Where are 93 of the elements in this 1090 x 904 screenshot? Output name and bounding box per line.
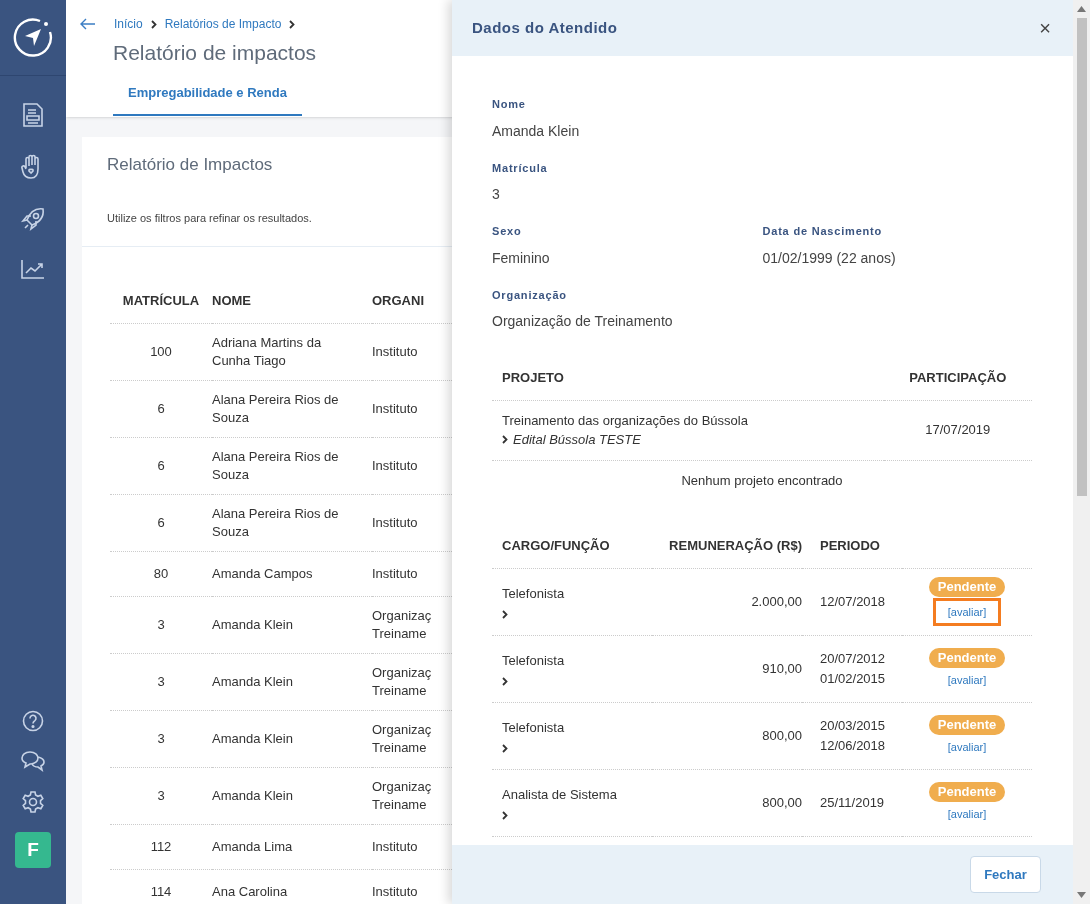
tab[interactable]: Empregabilidade e Renda [113, 82, 302, 116]
table-cell: 100 [110, 323, 212, 380]
table-cell: Amanda Klein [212, 596, 372, 653]
document-icon[interactable] [22, 102, 44, 128]
filter-hint: Utilize os filtros para refinar os resultados. [107, 210, 312, 226]
table-cell: 800,00 [652, 702, 802, 769]
period-date: 20/07/2012 [820, 650, 887, 668]
field-label: Nome [492, 97, 527, 112]
card-title: Relatório de Impactos [107, 154, 273, 176]
status-badge: Pendente [928, 715, 1006, 736]
evaluate-link[interactable]: [avaliar] [932, 672, 1002, 689]
field-value: Organização de Treinamento [492, 312, 674, 331]
field-value: Feminino [492, 248, 551, 268]
table-cell: 3 [110, 596, 212, 653]
period-date: 01/02/2015 [820, 669, 887, 688]
column-header: REMUNERAÇÃO (R$) [652, 510, 802, 568]
field-label: Data de Nascimento [762, 224, 884, 239]
field-label: Organização [492, 287, 568, 303]
table-cell: 2.000,00 [652, 568, 802, 635]
table-cell: Alana Pereira Rios de Souza [212, 380, 372, 437]
field-value: Amanda Klein [492, 121, 581, 141]
table-cell: Amanda Lima [212, 824, 372, 869]
chevron-icon [502, 743, 508, 753]
job-title: Telefonista [502, 585, 566, 604]
rocket-icon[interactable] [20, 206, 46, 232]
close-button[interactable]: × [1037, 18, 1053, 38]
table-cell: 80 [110, 551, 212, 596]
chevron-icon [502, 676, 508, 686]
table-cell: 3 [110, 767, 212, 824]
user-avatar[interactable]: F [15, 832, 51, 868]
field-label: Sexo [492, 224, 523, 239]
scroll-up-icon[interactable] [1077, 6, 1086, 12]
job-title: Analista de Sistema [502, 786, 618, 805]
table-cell: 6 [110, 437, 212, 494]
period-date: 12/07/2018 [820, 592, 887, 611]
chat-icon[interactable] [20, 750, 46, 772]
chevron-icon [150, 19, 157, 29]
evaluate-link[interactable]: [avaliar] [932, 597, 1002, 627]
breadcrumb-link[interactable]: Relatórios de Impacto [164, 15, 282, 33]
empty-message: Nenhum projeto encontrado [492, 460, 1032, 500]
column-header: CARGO/FUNÇÃO [492, 510, 652, 568]
table-cell: Amanda Klein [212, 710, 372, 767]
table-cell: 114 [110, 869, 212, 904]
table-cell: Amanda Klein [212, 653, 372, 710]
help-icon[interactable] [22, 710, 44, 732]
evaluate-link[interactable]: [avaliar] [932, 806, 1002, 823]
close-button[interactable]: Fechar [970, 856, 1041, 893]
breadcrumb-link[interactable]: Início [114, 15, 143, 33]
table-cell: 910,00 [652, 635, 802, 702]
modal-title: Dados do Atendido [472, 17, 618, 38]
settings-icon[interactable] [21, 790, 45, 814]
field-value: 01/02/1999 (22 anos) [762, 248, 897, 268]
scrollbar-thumb[interactable] [1076, 18, 1087, 496]
scroll-down-icon[interactable] [1077, 892, 1086, 898]
status-badge: Pendente [928, 782, 1006, 803]
table-cell: Amanda Klein [212, 767, 372, 824]
column-header: PROJETO [492, 356, 884, 400]
table-cell: 17/07/2019 [883, 400, 1032, 460]
column-header: PERIODO [802, 510, 902, 568]
table-cell: Ana Carolina [212, 869, 372, 904]
table-cell: 3 [110, 653, 212, 710]
period-date: 20/03/2015 [820, 717, 887, 735]
chevron-icon [289, 19, 296, 29]
trend-chart-icon[interactable] [20, 258, 46, 280]
chevron-icon [502, 435, 508, 445]
table-cell: 6 [110, 494, 212, 551]
evaluate-link[interactable]: [avaliar] [932, 739, 1002, 756]
table-cell: Alana Pereira Rios de Souza [212, 437, 372, 494]
period-date: 12/06/2018 [820, 736, 887, 755]
field-value: 3 [492, 185, 501, 204]
status-badge: Pendente [928, 576, 1006, 597]
job-title: Telefonista [502, 719, 566, 738]
table-cell: Adriana Martins da Cunha Tiago [212, 323, 372, 380]
table-cell: 6 [110, 380, 212, 437]
job-title: Telefonista [502, 652, 566, 671]
period-date: 25/11/2019 [820, 793, 886, 812]
table-cell: 112 [110, 824, 212, 869]
compass-logo-icon[interactable] [12, 16, 54, 59]
edital-name: Edital Bússola TESTE [513, 431, 641, 449]
table-cell: Amanda Campos [212, 551, 372, 596]
status-badge: Pendente [928, 648, 1006, 669]
chevron-icon [502, 810, 508, 820]
column-header: NOME [212, 279, 372, 323]
page-title: Relatório de impactos [113, 40, 318, 66]
table-cell: Alana Pereira Rios de Souza [212, 494, 372, 551]
table-cell: 800,00 [652, 769, 802, 836]
field-label: Matrícula [492, 160, 549, 176]
chevron-icon [502, 609, 508, 619]
table-cell: 3 [110, 710, 212, 767]
column-header: MATRÍCULA [110, 279, 212, 323]
column-header: PARTICIPAÇÃO [883, 356, 1032, 400]
project-name: Treinamento das organizações do Bússola [502, 411, 749, 430]
back-arrow-icon[interactable] [80, 18, 96, 30]
